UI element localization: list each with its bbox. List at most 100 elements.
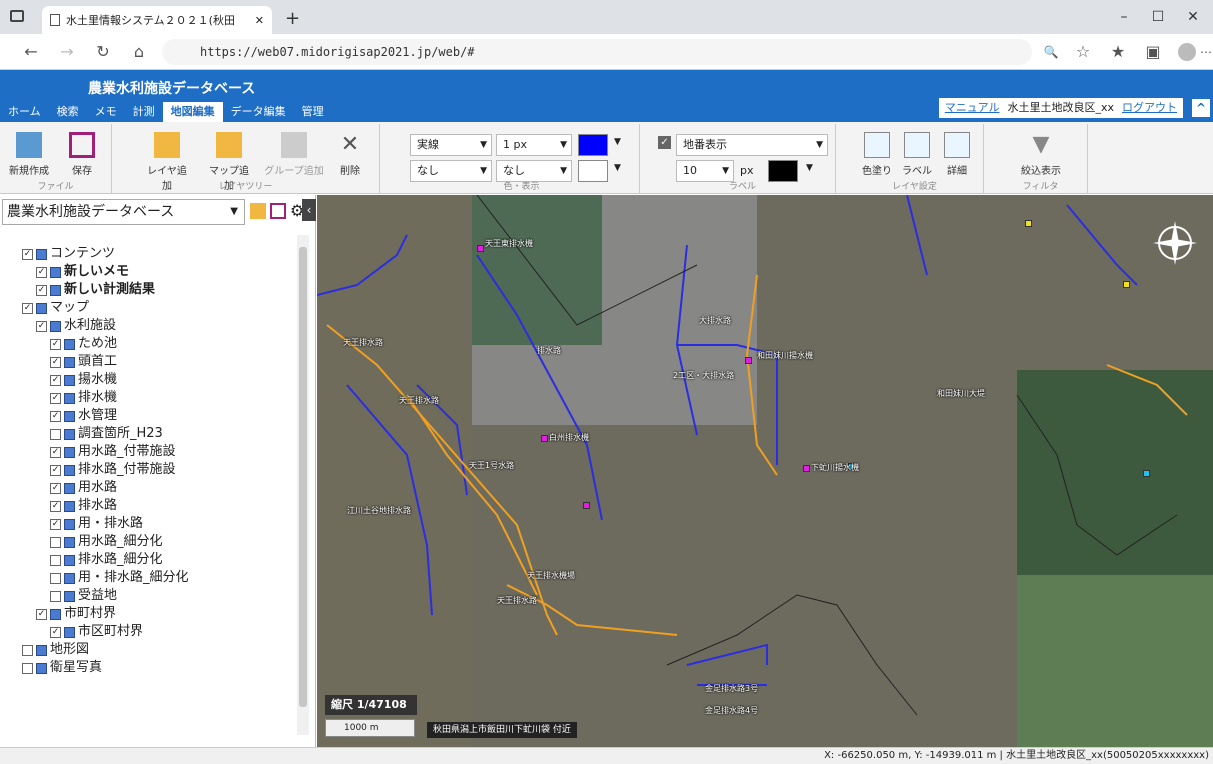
tree-node[interactable]: 排水路_細分化 <box>0 551 300 569</box>
menu-measure[interactable]: 計測 <box>125 102 163 122</box>
line-color-dropdown[interactable]: ▼ <box>614 137 621 147</box>
line-width-select[interactable]: 1 px ▼ <box>496 134 572 156</box>
layer-checkbox[interactable]: ✓ <box>50 518 61 530</box>
line-color-swatch[interactable] <box>578 134 608 156</box>
url-field[interactable]: https://web07.midorigisap2021.jp/web/# <box>162 39 1032 65</box>
map-marker[interactable] <box>1025 220 1032 227</box>
add-group-button[interactable]: グループ追加 <box>264 132 324 177</box>
tree-node[interactable]: ✓ 排水路_付帯施設 <box>0 461 300 479</box>
more-icon[interactable]: ⋯ <box>1200 41 1212 63</box>
label-enable-checkbox[interactable]: ✓ <box>658 136 671 149</box>
new-tab-icon[interactable]: + <box>285 8 300 29</box>
layer-checkbox[interactable]: ✓ <box>50 392 61 404</box>
tree-node[interactable]: ✓ 揚水機 <box>0 371 300 389</box>
tree-node[interactable]: 調査箇所_H23 <box>0 425 300 443</box>
layer-checkbox[interactable]: ✓ <box>50 464 61 476</box>
label-field-select[interactable]: 地番表示 ▼ <box>676 134 828 156</box>
layer-checkbox[interactable]: ✓ <box>50 356 61 368</box>
tree-node[interactable]: ✓ 水管理 <box>0 407 300 425</box>
layer-checkbox[interactable]: ✓ <box>50 626 61 638</box>
favorites-icon[interactable]: ★ <box>1107 41 1129 63</box>
tree-node[interactable]: 用・排水路_細分化 <box>0 569 300 587</box>
tab-list-icon[interactable] <box>10 10 24 22</box>
fill-color-dropdown[interactable]: ▼ <box>614 163 621 173</box>
map-marker[interactable] <box>541 435 548 442</box>
layer-checkbox[interactable]: ✓ <box>22 302 33 314</box>
layer-checkbox[interactable]: ✓ <box>36 266 47 278</box>
tree-node[interactable]: ✓ 用水路 <box>0 479 300 497</box>
collections-icon[interactable]: ▣ <box>1142 41 1164 63</box>
layer-checkbox[interactable]: ✓ <box>50 482 61 494</box>
detail-button[interactable]: 詳細 <box>938 132 976 177</box>
menu-search[interactable]: 検索 <box>49 102 87 122</box>
tree-node[interactable]: 受益地 <box>0 587 300 605</box>
tree-node[interactable]: ✓ 水利施設 <box>0 317 300 335</box>
save-button[interactable]: 保存 <box>62 132 102 177</box>
layer-checkbox[interactable]: ✓ <box>50 500 61 512</box>
menu-admin[interactable]: 管理 <box>294 102 332 122</box>
tree-node[interactable]: ✓ ため池 <box>0 335 300 353</box>
menu-home[interactable]: ホーム <box>0 102 49 122</box>
tree-scrollbar[interactable] <box>297 235 309 735</box>
favorites-add-icon[interactable]: ☆ <box>1072 41 1094 63</box>
close-window-icon[interactable]: ✕ <box>1173 4 1213 30</box>
layer-checkbox[interactable] <box>50 536 61 548</box>
close-tab-icon[interactable]: ✕ <box>255 14 264 27</box>
line-style-select[interactable]: 実線 ▼ <box>410 134 492 156</box>
back-icon[interactable]: ← <box>20 41 42 63</box>
map-marker[interactable] <box>1123 281 1130 288</box>
menu-map-edit[interactable]: 地図編集 <box>162 102 223 122</box>
collapse-ribbon-icon[interactable]: ^ <box>1191 98 1211 118</box>
layer-checkbox[interactable] <box>22 644 33 656</box>
layer-checkbox[interactable]: ✓ <box>36 284 47 296</box>
map-marker[interactable] <box>803 465 810 472</box>
layer-checkbox[interactable]: ✓ <box>36 608 47 620</box>
tree-node[interactable]: ✓ 排水機 <box>0 389 300 407</box>
new-button[interactable]: 新規作成 <box>6 132 52 177</box>
panel-collapse-icon[interactable]: ‹ <box>302 199 316 221</box>
map-marker[interactable] <box>1143 470 1150 477</box>
menu-data-edit[interactable]: データ編集 <box>223 102 294 122</box>
map-marker[interactable] <box>745 357 752 364</box>
map-view[interactable]: 天王東排水機 排水路 天王排水路 天王排水路 天王1号水路 白州排水機 江川土谷… <box>317 195 1213 747</box>
layer-checkbox[interactable] <box>50 428 61 440</box>
layer-checkbox[interactable]: ✓ <box>36 320 47 332</box>
layer-checkbox[interactable]: ✓ <box>50 374 61 386</box>
map-marker[interactable] <box>477 245 484 252</box>
tree-node[interactable]: ✓ 市町村界 <box>0 605 300 623</box>
tree-node[interactable]: ✓ 市区町村界 <box>0 623 300 641</box>
home-icon[interactable]: ⌂ <box>128 41 150 63</box>
add-folder-icon[interactable] <box>250 203 266 219</box>
database-select[interactable]: 農業水利施設データベース ▼ <box>2 199 245 225</box>
tree-node[interactable]: 衛星写真 <box>0 659 300 677</box>
browser-tab[interactable]: 水土里情報システム２０２１(秋田 ✕ <box>42 6 272 34</box>
tree-node[interactable]: ✓ マップ <box>0 299 300 317</box>
menu-memo[interactable]: メモ <box>87 102 125 122</box>
tree-node[interactable]: ✓ 新しい計測結果 <box>0 281 300 299</box>
layer-checkbox[interactable] <box>50 590 61 602</box>
tree-node[interactable]: 地形図 <box>0 641 300 659</box>
layer-checkbox[interactable] <box>50 554 61 566</box>
reload-icon[interactable]: ↻ <box>92 41 114 63</box>
maximize-icon[interactable]: ☐ <box>1138 4 1178 30</box>
logout-link[interactable]: ログアウト <box>1122 98 1177 118</box>
save-tree-icon[interactable] <box>270 203 286 219</box>
forward-icon[interactable]: → <box>56 41 78 63</box>
layer-checkbox[interactable]: ✓ <box>50 410 61 422</box>
layer-checkbox[interactable]: ✓ <box>50 338 61 350</box>
tree-node[interactable]: ✓ 新しいメモ <box>0 263 300 281</box>
tree-node[interactable]: ✓ 排水路 <box>0 497 300 515</box>
filter-button[interactable]: ▼ 絞込表示 <box>1016 132 1066 177</box>
tree-node[interactable]: ✓ コンテンツ <box>0 245 300 263</box>
layer-checkbox[interactable] <box>22 662 33 674</box>
layer-checkbox[interactable] <box>50 572 61 584</box>
tree-node[interactable]: ✓ 頭首工 <box>0 353 300 371</box>
label-color-dropdown[interactable]: ▼ <box>806 163 813 173</box>
tree-node[interactable]: ✓ 用水路_付帯施設 <box>0 443 300 461</box>
manual-link[interactable]: マニュアル <box>945 98 1000 118</box>
profile-avatar[interactable] <box>1178 43 1196 61</box>
tree-node[interactable]: 用水路_細分化 <box>0 533 300 551</box>
tree-node[interactable]: ✓ 用・排水路 <box>0 515 300 533</box>
label-settings-button[interactable]: ラベル <box>898 132 936 177</box>
read-aloud-icon[interactable]: 🔍 <box>1040 41 1062 63</box>
